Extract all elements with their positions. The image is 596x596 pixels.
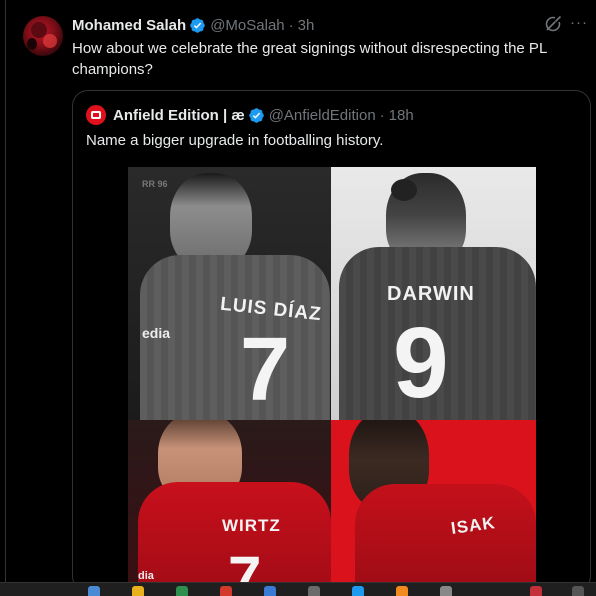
media-panel-wirtz: WIRTZ 7 dia — [128, 420, 331, 587]
tweet[interactable]: Mohamed Salah @MoSalah · 3h ··· How abou… — [0, 0, 596, 592]
os-taskbar — [0, 582, 596, 596]
quote-author-avatar[interactable] — [86, 105, 106, 125]
sponsor-text: edia — [142, 325, 171, 341]
quote-header: Anfield Edition | æ @AnfieldEdition · 18… — [113, 105, 414, 125]
quote-author-handle[interactable]: @AnfieldEdition — [269, 107, 376, 124]
quote-text: Name a bigger upgrade in footballing his… — [86, 132, 384, 149]
author-handle[interactable]: @MoSalah — [210, 17, 284, 34]
author-name[interactable]: Mohamed Salah — [72, 17, 186, 34]
jersey-name: WIRTZ — [222, 516, 281, 535]
quote-media-image[interactable]: RR 96 LUIS DÍAZ 7 edia DARWIN 9 WIRTZ 7 … — [128, 167, 536, 587]
jersey-number: 9 — [393, 307, 449, 419]
media-panel-diaz: RR 96 LUIS DÍAZ 7 edia — [128, 167, 331, 420]
author-avatar[interactable] — [23, 16, 63, 56]
grok-icon[interactable] — [543, 14, 563, 34]
jersey-number: 7 — [240, 320, 291, 420]
media-panel-isak: ISAK — [331, 420, 536, 587]
watermark-text: RR 96 — [142, 179, 168, 189]
quote-author-name[interactable]: Anfield Edition | æ — [113, 107, 245, 124]
quoted-tweet[interactable]: Anfield Edition | æ @AnfieldEdition · 18… — [72, 90, 591, 592]
quote-timestamp[interactable]: 18h — [389, 107, 414, 124]
verified-badge-icon[interactable] — [248, 107, 265, 124]
tweet-timestamp[interactable]: 3h — [298, 17, 315, 34]
jersey-name: DARWIN — [387, 283, 475, 305]
separator-dot: · — [379, 106, 385, 124]
separator-dot: · — [288, 16, 294, 34]
tweet-text: How about we celebrate the great signing… — [72, 40, 547, 78]
more-icon[interactable]: ··· — [570, 14, 588, 31]
tweet-header: Mohamed Salah @MoSalah · 3h — [72, 15, 314, 35]
media-panel-darwin: DARWIN 9 — [331, 167, 536, 420]
verified-badge-icon[interactable] — [189, 17, 206, 34]
sponsor-text: dia — [138, 570, 154, 582]
